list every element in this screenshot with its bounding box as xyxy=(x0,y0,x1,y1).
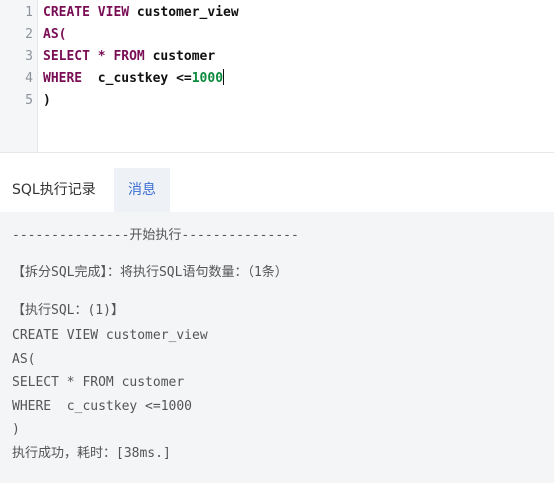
sql-paren: ) xyxy=(43,93,51,108)
sql-keyword: WHERE xyxy=(43,71,98,86)
messages-panel: ---------------开始执行--------------- 【拆分SQ… xyxy=(0,212,554,483)
tab-messages[interactable]: 消息 xyxy=(114,168,170,212)
line-number-gutter: 1 2 3 4 5 xyxy=(0,0,38,152)
line-number: 1 xyxy=(25,5,33,20)
line-number: 5 xyxy=(25,93,33,108)
line-number: 2 xyxy=(25,27,33,42)
sql-editor[interactable]: 1 2 3 4 5 CREATE VIEW customer_view AS( … xyxy=(0,0,554,153)
sql-keyword: AS( xyxy=(43,27,67,42)
sql-number: 1000 xyxy=(191,71,224,86)
code-line[interactable]: ) xyxy=(43,90,51,112)
sql-echo-line: AS( xyxy=(12,352,36,367)
sql-echo-line: CREATE VIEW customer_view xyxy=(12,328,208,343)
sql-keyword: SELECT * FROM xyxy=(43,49,153,64)
tab-sql-log[interactable]: SQL执行记录 xyxy=(12,168,96,212)
code-line[interactable]: WHERE c_custkey <=1000 xyxy=(43,68,225,90)
line-number: 4 xyxy=(25,71,33,86)
sql-echo-line: WHERE c_custkey <=1000 xyxy=(12,399,193,414)
code-line[interactable]: AS( xyxy=(43,24,66,46)
sql-echo-line: ) xyxy=(12,422,20,437)
sql-condition: c_custkey <= xyxy=(97,71,192,86)
result-message: 执行成功，耗时：[38ms.] xyxy=(12,446,171,461)
text-cursor xyxy=(223,69,225,85)
sql-echo-line: SELECT * FROM customer xyxy=(12,375,185,390)
line-number: 3 xyxy=(25,49,33,64)
exec-header: 【执行SQL：(1)】 xyxy=(12,303,124,318)
result-tabs: SQL执行记录 消息 xyxy=(0,168,554,212)
sql-identifier: customer xyxy=(152,49,216,64)
sql-keyword: CREATE VIEW xyxy=(43,5,137,20)
split-message: 【拆分SQL完成】：将执行SQL语句数量：（1条） xyxy=(12,265,288,280)
sql-identifier: customer_view xyxy=(136,5,239,20)
code-line[interactable]: CREATE VIEW customer_view xyxy=(43,2,239,24)
start-message: ---------------开始执行--------------- xyxy=(12,228,299,243)
code-line[interactable]: SELECT * FROM customer xyxy=(43,46,215,68)
